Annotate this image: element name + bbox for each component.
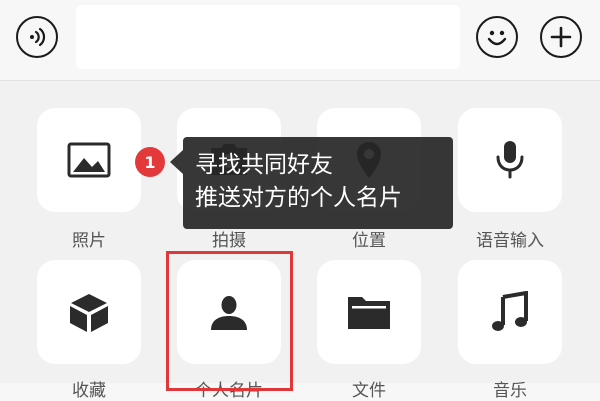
plus-icon [550, 26, 572, 48]
music-note-icon [492, 291, 528, 331]
image-icon [67, 142, 111, 178]
microphone-icon [496, 141, 524, 179]
music-button[interactable] [458, 260, 562, 364]
tooltip-pointer [170, 150, 183, 174]
voice-toggle-button[interactable] [16, 16, 58, 58]
message-input[interactable] [76, 5, 460, 69]
photo-label: 照片 [72, 231, 106, 251]
location-label: 位置 [352, 231, 386, 251]
voice-wave-icon [30, 27, 46, 47]
music-label: 音乐 [493, 381, 527, 401]
camera-label: 拍摄 [212, 231, 246, 251]
file-button[interactable] [317, 260, 421, 364]
favorites-button[interactable] [37, 260, 141, 364]
voice-input-button[interactable] [458, 108, 562, 212]
file-label: 文件 [352, 381, 386, 401]
smiley-icon [487, 30, 507, 46]
tooltip-line-2: 推送对方的个人名片 [195, 185, 402, 211]
voice-input-label: 语音输入 [476, 231, 544, 251]
folder-icon [348, 297, 390, 329]
favorites-label: 收藏 [72, 381, 106, 401]
step-badge: 1 [135, 147, 165, 177]
photo-button[interactable] [37, 108, 141, 212]
emoji-button[interactable] [476, 16, 518, 58]
annotation-tooltip: 寻找共同好友 推送对方的个人名片 [183, 137, 453, 229]
cube-icon [70, 294, 108, 332]
more-button[interactable] [540, 16, 582, 58]
contact-card-highlight-box [166, 251, 293, 391]
chat-input-bar [0, 0, 600, 81]
tooltip-line-1: 寻找共同好友 [195, 152, 333, 178]
